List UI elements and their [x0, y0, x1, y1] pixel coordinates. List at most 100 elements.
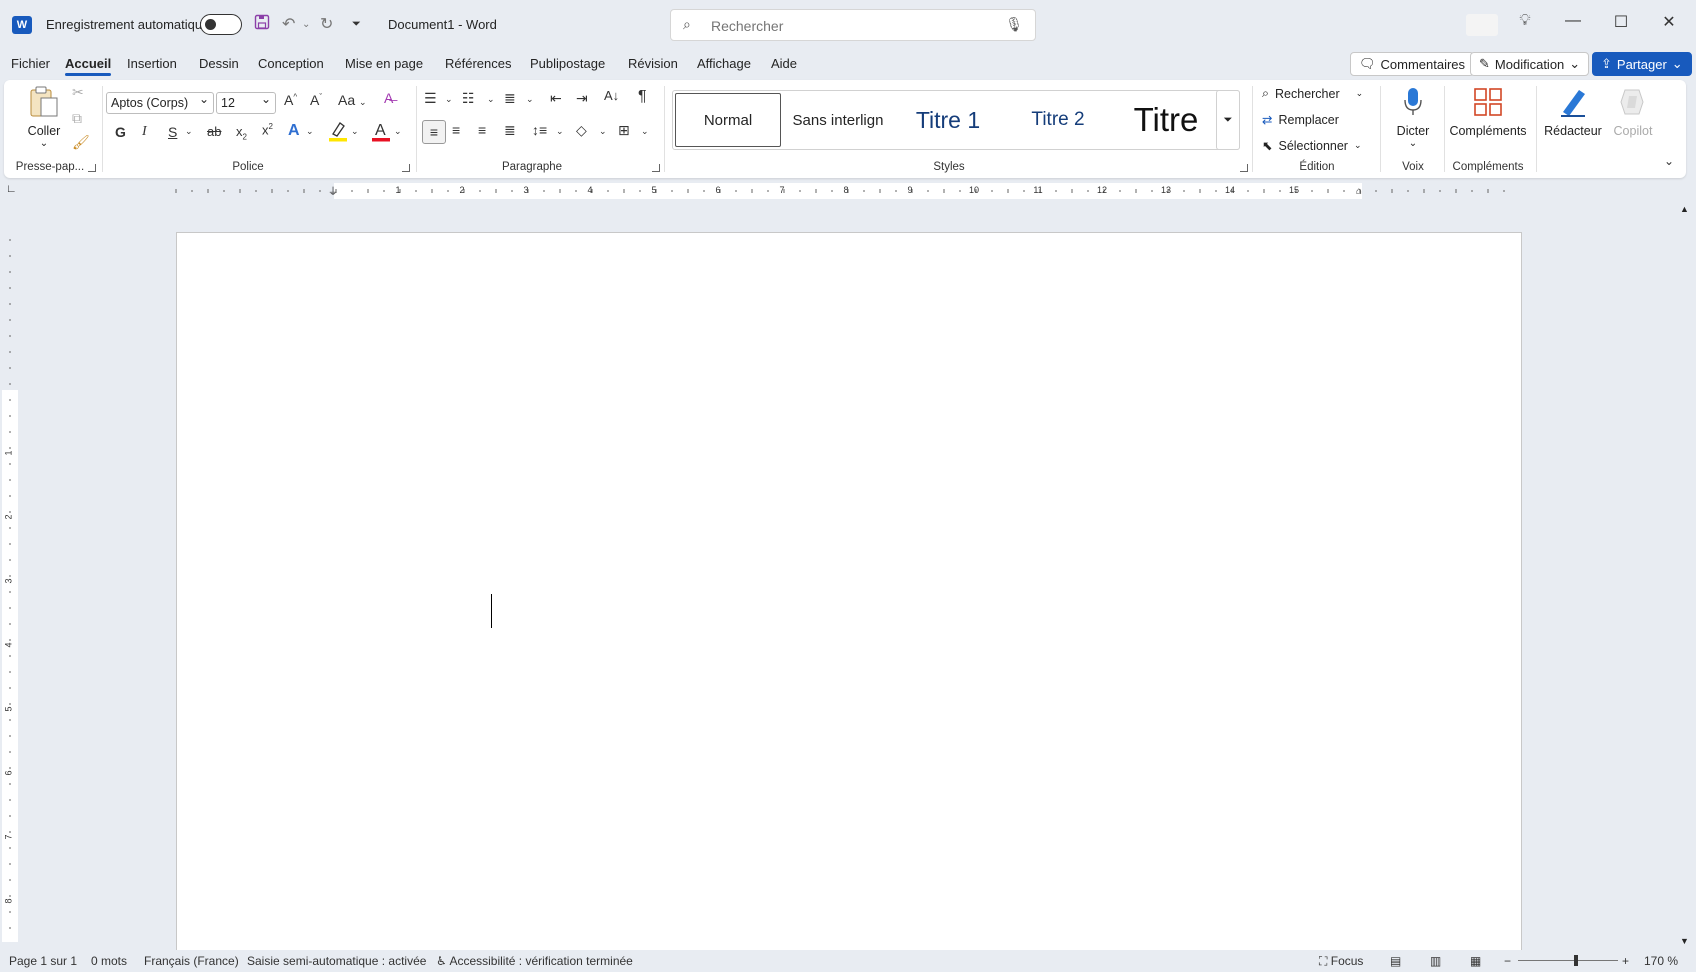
tab-references[interactable]: Références [445, 56, 511, 71]
grow-font-icon[interactable]: A^ [284, 92, 297, 108]
tab-fichier[interactable]: Fichier [11, 56, 50, 71]
clear-formatting-icon[interactable]: A̶ [384, 90, 393, 106]
highlight-icon[interactable] [328, 120, 348, 145]
font-color-dropdown-icon[interactable]: ⌄ [394, 126, 402, 137]
word-count[interactable]: 0 mots [91, 954, 127, 968]
multilevel-dropdown-icon[interactable]: ⌄ [526, 94, 534, 105]
tab-conception[interactable]: Conception [258, 56, 324, 71]
style-normal[interactable]: Normal [675, 93, 781, 147]
line-spacing-dropdown-icon[interactable]: ⌄ [556, 126, 564, 137]
numbering-icon[interactable]: ☷ [462, 90, 475, 107]
paste-dropdown-icon[interactable]: ⌄ [22, 138, 66, 149]
align-left-button[interactable]: ≡ [422, 120, 446, 144]
style-title[interactable]: Titre [1113, 91, 1219, 149]
bullets-dropdown-icon[interactable]: ⌄ [445, 94, 453, 105]
clipboard-launcher-icon[interactable] [88, 164, 96, 172]
search-input[interactable] [711, 16, 1001, 36]
read-mode-icon[interactable]: ▤ [1390, 954, 1401, 968]
style-heading-2[interactable]: Titre 2 [1005, 91, 1111, 149]
decrease-indent-icon[interactable]: ⇤ [550, 90, 562, 107]
zoom-slider[interactable] [1518, 960, 1618, 961]
borders-icon[interactable]: ⊞ [618, 122, 630, 139]
superscript-icon[interactable]: x2 [262, 122, 273, 137]
styles-more-button[interactable]: ⏷ [1216, 90, 1240, 150]
scroll-down-icon[interactable]: ▼ [1680, 936, 1689, 946]
comments-button[interactable]: 🗨︎ Commentaires [1350, 52, 1475, 76]
style-no-spacing[interactable]: Sans interlign [785, 91, 891, 149]
collapse-ribbon-icon[interactable]: ⌄ [1664, 154, 1674, 168]
editor-button[interactable]: Rédacteur [1542, 86, 1604, 138]
dictate-button[interactable]: Dicter ⌄ [1388, 86, 1438, 149]
account-avatar[interactable] [1466, 14, 1498, 36]
find-dropdown-icon[interactable]: ⌄ [1356, 88, 1364, 99]
tab-aide[interactable]: Aide [771, 56, 797, 71]
first-line-indent-icon[interactable]: ⏚ [328, 183, 338, 198]
shading-dropdown-icon[interactable]: ⌄ [599, 126, 607, 137]
change-case-button[interactable]: Aa ⌄ [338, 92, 367, 108]
borders-dropdown-icon[interactable]: ⌄ [641, 126, 649, 137]
lightbulb-icon[interactable]: 💡︎ [1510, 12, 1540, 30]
tab-revision[interactable]: Révision [628, 56, 678, 71]
share-button[interactable]: ⇪ Partager ⌄ [1592, 52, 1692, 76]
language-indicator[interactable]: Français (France) [144, 954, 239, 968]
format-painter-icon[interactable]: 🖌︎ [72, 134, 90, 151]
close-icon[interactable]: ✕ [1654, 12, 1684, 32]
find-button[interactable]: ⌕ Rechercher ⌄ [1262, 86, 1363, 101]
text-effects-dropdown-icon[interactable]: ⌄ [306, 126, 314, 137]
sort-icon[interactable]: A↓ [604, 88, 619, 103]
editing-mode-button[interactable]: ✎ Modification ⌄ [1470, 52, 1590, 76]
tab-accueil[interactable]: Accueil [65, 56, 112, 76]
underline-dropdown-icon[interactable]: ⌄ [185, 126, 193, 137]
undo-dropdown-icon[interactable]: ⌄ [302, 19, 310, 30]
multilevel-list-icon[interactable]: ≣ [504, 90, 516, 107]
scroll-up-icon[interactable]: ▲ [1680, 204, 1689, 214]
customize-quick-access-icon[interactable]: ⏷ [352, 18, 361, 31]
shrink-font-icon[interactable]: Aˇ [310, 92, 322, 108]
select-button[interactable]: ⬉ Sélectionner ⌄ [1262, 138, 1362, 154]
paragraph-launcher-icon[interactable] [652, 164, 660, 172]
undo-icon[interactable]: ↶ [282, 14, 295, 34]
shading-icon[interactable]: ◇ [576, 122, 587, 139]
subscript-icon[interactable]: x2 [236, 124, 247, 142]
bullets-icon[interactable]: ☰ [424, 90, 437, 107]
increase-indent-icon[interactable]: ⇥ [576, 90, 588, 107]
document-page[interactable] [176, 232, 1522, 950]
justify-icon[interactable]: ≣ [504, 122, 516, 139]
search-box[interactable]: ⌕ 🎙︎ [670, 9, 1036, 41]
cut-icon[interactable]: ✂ [72, 84, 84, 101]
font-name-combo[interactable]: Aptos (Corps) [106, 92, 214, 114]
style-heading-1[interactable]: Titre 1 [895, 91, 1001, 149]
align-right-icon[interactable]: ≡ [478, 122, 486, 138]
copy-icon[interactable]: ⧉ [72, 110, 82, 127]
addins-button[interactable]: Compléments [1448, 86, 1528, 138]
line-spacing-icon[interactable]: ↕≡ [532, 122, 547, 138]
font-size-combo[interactable]: 12 [216, 92, 276, 114]
tab-affichage[interactable]: Affichage [697, 56, 751, 71]
tab-insertion[interactable]: Insertion [127, 56, 177, 71]
maximize-icon[interactable]: ☐ [1606, 12, 1636, 32]
dictate-dropdown-icon[interactable]: ⌄ [1388, 138, 1438, 149]
autocomplete-status[interactable]: Saisie semi-automatique : activée [247, 954, 426, 968]
strikethrough-button[interactable]: ab [207, 124, 221, 139]
vertical-ruler[interactable]: 1 2 3 4 5 6 7 8 [2, 232, 18, 942]
tab-mise-en-page[interactable]: Mise en page [345, 56, 423, 71]
copilot-button[interactable]: Copilot [1606, 86, 1660, 138]
tab-publipostage[interactable]: Publipostage [530, 56, 605, 71]
font-color-icon[interactable]: A [371, 120, 391, 145]
align-center-icon[interactable]: ≡ [452, 122, 460, 138]
horizontal-ruler[interactable]: ∟ ⏚ ⌂ 1 2 3 4 5 6 7 8 9 10 11 12 13 14 15 [0, 183, 1696, 199]
highlight-dropdown-icon[interactable]: ⌄ [351, 126, 359, 137]
zoom-in-icon[interactable]: + [1622, 954, 1629, 968]
save-icon[interactable] [254, 14, 270, 35]
vertical-scrollbar[interactable]: ▲ ▼ [1678, 200, 1692, 950]
italic-button[interactable]: I [142, 124, 147, 140]
bold-button[interactable]: G [115, 124, 126, 140]
redo-icon[interactable]: ↻ [320, 14, 333, 34]
numbering-dropdown-icon[interactable]: ⌄ [487, 94, 495, 105]
microphone-icon[interactable]: 🎙︎ [1005, 16, 1023, 33]
text-effects-icon[interactable]: A [288, 122, 300, 140]
show-formatting-icon[interactable]: ¶ [638, 88, 647, 106]
replace-button[interactable]: ⇄ Remplacer [1262, 112, 1339, 128]
zoom-slider-thumb[interactable] [1574, 955, 1578, 966]
print-layout-icon[interactable]: ▥ [1430, 954, 1441, 968]
